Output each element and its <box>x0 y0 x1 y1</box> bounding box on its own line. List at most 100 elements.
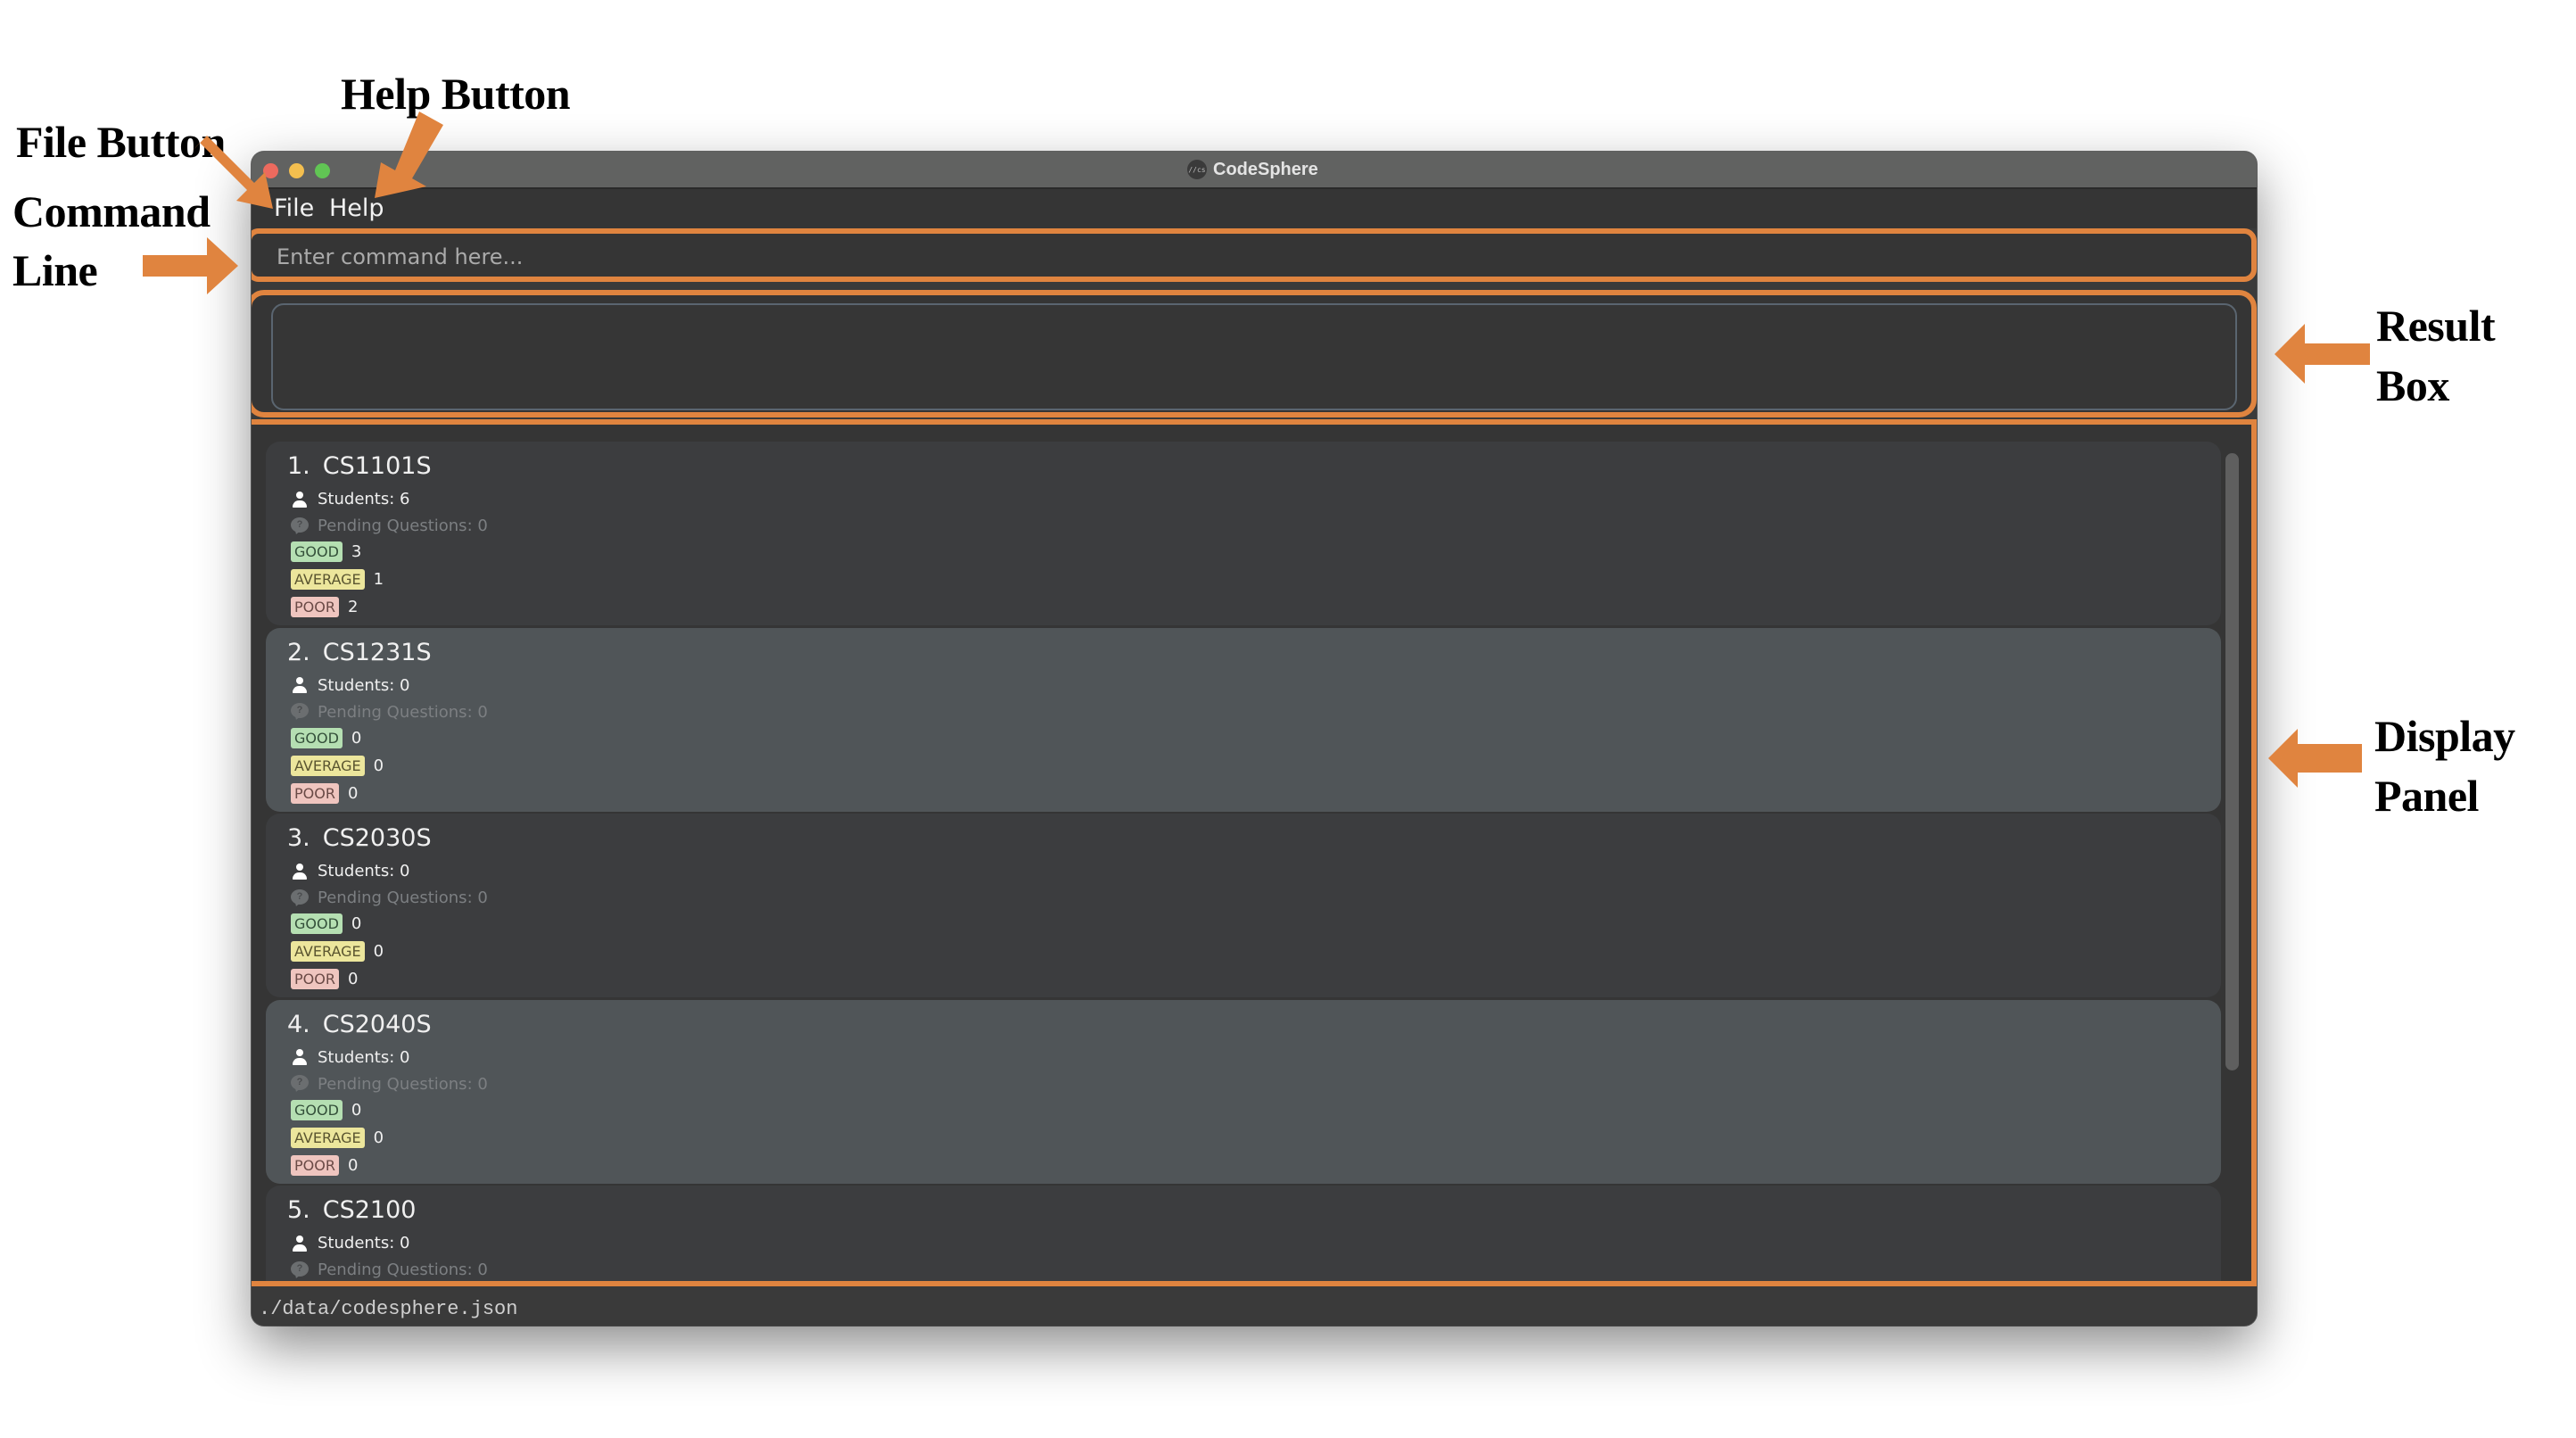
course-index: 4. <box>287 1010 310 1038</box>
annotation-display-panel-2: Panel <box>2374 771 2479 821</box>
badge-good: GOOD <box>291 1285 343 1286</box>
average-row: AVERAGE 0 <box>291 941 384 962</box>
course-index: 1. <box>287 452 310 480</box>
average-count: 1 <box>373 570 384 589</box>
menu-help-button[interactable]: Help <box>329 194 384 222</box>
course-card-cs1101s[interactable]: 1. CS1101S Students: 6 ? Pending Question… <box>266 442 2221 625</box>
result-box <box>252 290 2257 417</box>
badge-good: GOOD <box>291 1099 343 1120</box>
students-count: Students: 0 <box>318 1047 410 1067</box>
poor-count: 2 <box>347 598 359 616</box>
title-bar[interactable]: //cs CodeSphere <box>252 152 2257 189</box>
close-window-button[interactable] <box>263 163 278 178</box>
question-bubble-icon: ? <box>291 888 310 907</box>
course-title: 4. CS2040S <box>287 1011 432 1038</box>
poor-count: 0 <box>347 783 359 803</box>
window-title: CodeSphere <box>1213 159 1318 179</box>
annotation-command-line-1: Command <box>12 186 211 236</box>
average-count: 0 <box>373 1128 384 1147</box>
display-panel-arrow-icon <box>2268 729 2362 788</box>
badge-average: AVERAGE <box>291 755 365 776</box>
badge-good: GOOD <box>291 727 343 748</box>
course-title: 3. CS2030S <box>287 824 432 852</box>
menu-file-button[interactable]: File <box>274 194 314 222</box>
menu-bar: File Help <box>252 189 2257 228</box>
students-count: Students: 0 <box>318 1234 410 1252</box>
poor-count: 0 <box>347 970 359 988</box>
pending-questions: Pending Questions: 0 <box>318 1074 488 1094</box>
students-row: Students: 0 <box>291 1048 409 1067</box>
course-title: 2. CS1231S <box>287 639 432 666</box>
annotation-help-button: Help Button <box>341 69 571 119</box>
course-card-cs2100[interactable]: 5. CS2100 Students: 0 ? Pending Questions… <box>266 1186 2221 1286</box>
result-box-arrow-icon <box>2275 324 2370 384</box>
pending-row: ? Pending Questions: 0 <box>291 517 488 535</box>
question-bubble-icon: ? <box>291 1075 310 1094</box>
course-code: CS1101S <box>322 452 432 480</box>
person-icon <box>291 491 309 508</box>
annotation-result-box-1: Result <box>2376 301 2496 351</box>
course-code: CS1231S <box>322 638 432 666</box>
annotation-display-panel-1: Display <box>2374 711 2515 761</box>
course-code: CS2030S <box>322 824 432 852</box>
average-row: AVERAGE 0 <box>291 1127 384 1148</box>
badge-poor: POOR <box>291 782 339 804</box>
pending-questions: Pending Questions: 0 <box>318 1260 488 1279</box>
pending-questions: Pending Questions: 0 <box>318 888 488 907</box>
course-code: CS2100 <box>322 1196 417 1224</box>
badge-average: AVERAGE <box>291 1127 365 1148</box>
badge-poor: POOR <box>291 969 339 989</box>
question-bubble-icon: ? <box>291 703 310 722</box>
person-icon <box>291 676 309 694</box>
good-count: 0 <box>351 1100 362 1120</box>
students-row: Students: 0 <box>291 676 409 695</box>
good-row: GOOD 0 <box>291 913 361 934</box>
badge-poor: POOR <box>291 597 339 617</box>
badge-average: AVERAGE <box>291 941 365 962</box>
course-title: 1. CS1101S <box>287 452 432 480</box>
person-icon <box>291 1048 309 1066</box>
annotation-command-line-2: Line <box>12 245 98 295</box>
poor-row: POOR 0 <box>291 969 358 989</box>
average-count: 0 <box>373 756 384 775</box>
status-file-path: ./data/codesphere.json <box>259 1298 518 1320</box>
course-card-cs2030s[interactable]: 3. CS2030S Students: 0 ? Pending Question… <box>266 814 2221 997</box>
app-window: //cs CodeSphere File Help 1. CS1101S Stud… <box>252 152 2257 1326</box>
command-line-arrow-icon <box>143 237 238 294</box>
annotation-result-box-2: Box <box>2376 360 2449 410</box>
pending-questions: Pending Questions: 0 <box>318 702 488 722</box>
course-card-cs2040s[interactable]: 4. CS2040S Students: 0 ? Pending Question… <box>266 999 2221 1184</box>
good-count: 3 <box>351 542 362 561</box>
poor-count: 0 <box>347 1155 359 1175</box>
course-card-cs1231s[interactable]: 2. CS1231S Students: 0 ? Pending Question… <box>266 627 2221 812</box>
students-row: Students: 6 <box>291 490 409 508</box>
course-index: 2. <box>287 638 310 666</box>
result-display[interactable] <box>271 303 2237 410</box>
good-row: GOOD 0 <box>291 727 361 748</box>
course-index: 5. <box>287 1196 310 1224</box>
poor-row: POOR 0 <box>291 782 359 804</box>
good-count: 0 <box>351 914 362 933</box>
question-bubble-icon: ? <box>291 1260 310 1279</box>
average-row: AVERAGE 1 <box>291 569 384 590</box>
display-panel: 1. CS1101S Students: 6 ? Pending Question… <box>252 419 2257 1286</box>
good-row: GOOD <box>291 1285 351 1286</box>
person-icon <box>291 863 309 880</box>
command-box <box>252 228 2257 282</box>
average-row: AVERAGE 0 <box>291 755 384 776</box>
minimize-window-button[interactable] <box>289 163 304 178</box>
students-count: Students: 0 <box>318 862 410 880</box>
good-row: GOOD 3 <box>291 541 361 562</box>
course-index: 3. <box>287 824 310 852</box>
pending-questions: Pending Questions: 0 <box>318 517 488 535</box>
command-input[interactable] <box>275 241 2196 273</box>
pending-row: ? Pending Questions: 0 <box>291 703 488 722</box>
pending-row: ? Pending Questions: 0 <box>291 1075 488 1094</box>
app-logo-icon: //cs <box>1187 160 1207 179</box>
course-code: CS2040S <box>322 1010 432 1038</box>
maximize-window-button[interactable] <box>315 163 330 178</box>
students-count: Students: 6 <box>318 490 410 508</box>
course-list-scrollbar[interactable] <box>2225 453 2239 1070</box>
badge-poor: POOR <box>291 1154 339 1176</box>
pending-row: ? Pending Questions: 0 <box>291 888 488 907</box>
